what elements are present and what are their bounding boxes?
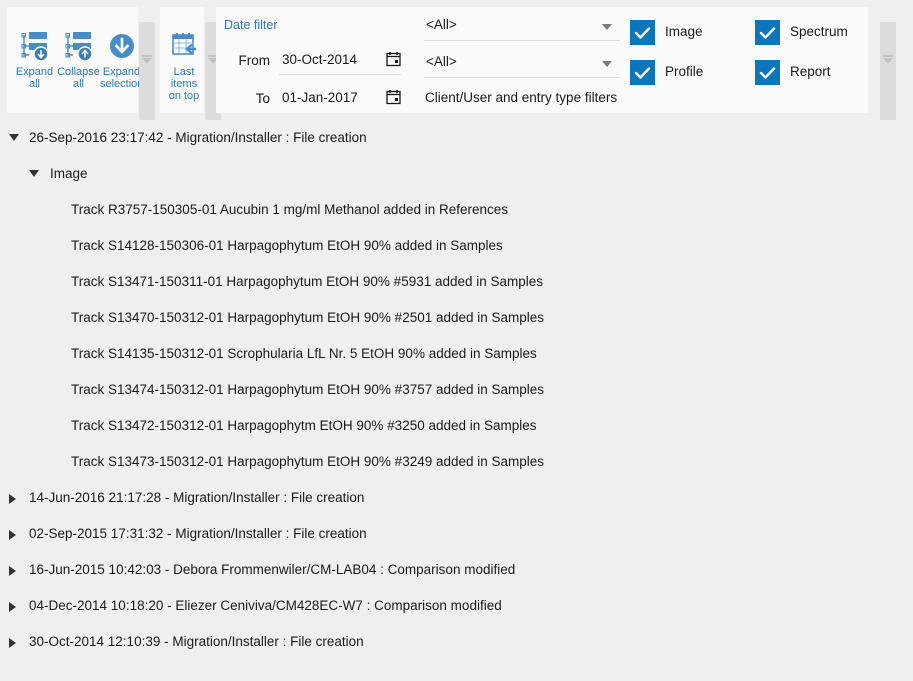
tree-commands-group: Expand all Collapse all [7,7,138,113]
calendar-icon[interactable] [386,89,401,110]
chevron-down-icon [142,58,152,64]
collapse-all-label: Collapse all [57,66,100,90]
tree-node[interactable]: Track S13472-150312-01 Harpagophytm EtOH… [0,408,913,444]
tree-node[interactable]: Track S13473-150312-01 Harpagophytum EtO… [0,444,913,480]
tree-node[interactable]: Image [0,156,913,192]
date-to-value: 01-Jan-2017 [282,90,358,105]
expand-triangle-icon[interactable] [9,602,16,612]
tree-node-label: 14-Jun-2016 21:17:28 - Migration/Install… [0,480,913,516]
tree-node[interactable]: Track S13471-150311-01 Harpagophytum EtO… [0,264,913,300]
date-to-row: To 01-Jan-2017 [224,88,404,114]
tree-node[interactable]: 26-Sep-2016 23:17:42 - Migration/Install… [0,120,913,156]
chevron-down-icon [602,61,612,67]
tree-node[interactable]: 04-Dec-2014 10:18:20 - Eliezer Ceniviva/… [0,588,913,624]
tree-node[interactable]: 02-Sep-2015 17:31:32 - Migration/Install… [0,516,913,552]
collapse-all-button[interactable]: Collapse all [57,29,100,90]
filter-toolbar: Expand all Collapse all [0,0,913,120]
collapse-triangle-icon[interactable] [29,170,39,177]
date-to-field[interactable]: 01-Jan-2017 [279,88,401,112]
calendar-sort-icon [164,29,204,63]
tree-node-label: Track S14128-150306-01 Harpagophytum EtO… [0,228,913,264]
last-items-on-top-label: Last items on top [164,66,204,102]
date-from-row: From 30-Oct-2014 [224,50,404,76]
checkmark-icon [630,60,655,85]
filters-caption: Client/User and entry type filters [425,90,617,105]
tree-node-label: 26-Sep-2016 23:17:42 - Migration/Install… [0,120,913,156]
expand-selection-label: Expand selection [100,66,143,90]
tree-node-label: Track S13471-150311-01 Harpagophytum EtO… [0,264,913,300]
collapse-triangle-icon[interactable] [9,134,19,141]
tree-node-label: 30-Oct-2014 12:10:39 - Migration/Install… [0,624,913,660]
last-items-on-top-button[interactable]: Last items on top [164,29,204,102]
expand-triangle-icon[interactable] [9,566,16,576]
user-filter-value: <All> [426,54,457,69]
tree-node-label: 16-Jun-2015 10:42:03 - Debora Frommenwil… [0,552,913,588]
expand-selection-button[interactable]: Expand selection [100,29,143,90]
tree-node-label: Track S13473-150312-01 Harpagophytum EtO… [0,444,913,480]
expand-triangle-icon[interactable] [9,494,16,504]
collapse-all-icon [57,29,100,63]
checkmark-icon [755,20,780,45]
tree-node-label: 02-Sep-2015 17:31:32 - Migration/Install… [0,516,913,552]
tree-node[interactable]: 16-Jun-2015 10:42:03 - Debora Frommenwil… [0,552,913,588]
tree-node[interactable]: Track S14128-150306-01 Harpagophytum EtO… [0,228,913,264]
tree-node[interactable]: 14-Jun-2016 21:17:28 - Migration/Install… [0,480,913,516]
tree-node[interactable]: Track R3757-150305-01 Aucubin 1 mg/ml Me… [0,192,913,228]
client-filter-value: <All> [426,17,457,32]
checkmark-icon [755,60,780,85]
tree-node-label: Image [0,156,913,192]
expand-selection-icon [100,29,143,63]
checkbox-profile-label: Profile [665,64,703,79]
expand-all-icon [13,29,56,63]
checkbox-spectrum-label: Spectrum [790,24,848,39]
sort-group: Last items on top [160,7,204,113]
tree-node[interactable]: Track S14135-150312-01 Scrophularia LfL … [0,336,913,372]
tree-node-label: Track R3757-150305-01 Aucubin 1 mg/ml Me… [0,192,913,228]
checkmark-icon [630,20,655,45]
tree-node[interactable]: 30-Oct-2014 12:10:39 - Migration/Install… [0,624,913,660]
chevron-down-icon [883,58,893,64]
tree-node[interactable]: Track S13470-150312-01 Harpagophytum EtO… [0,300,913,336]
tree-node-label: 04-Dec-2014 10:18:20 - Eliezer Ceniviva/… [0,588,913,624]
expand-triangle-icon[interactable] [9,638,16,648]
calendar-icon[interactable] [386,51,401,72]
tree-node-label: Track S13472-150312-01 Harpagophytm EtOH… [0,408,913,444]
expand-triangle-icon[interactable] [9,530,16,540]
client-filter-dropdown[interactable]: <All> [424,14,620,41]
date-filter-title: Date filter [224,18,278,32]
toolbar-splitter-3[interactable] [880,22,896,120]
chevron-down-icon [602,24,612,30]
audit-trail-tree: 26-Sep-2016 23:17:42 - Migration/Install… [0,120,913,681]
toolbar-splitter-1[interactable] [139,22,155,120]
expand-all-label: Expand all [13,66,56,90]
user-filter-dropdown[interactable]: <All> [424,51,620,78]
date-from-field[interactable]: 30-Oct-2014 [279,50,401,75]
tree-node-label: Track S13470-150312-01 Harpagophytum EtO… [0,300,913,336]
date-from-label: From [224,53,270,68]
tree-node-label: Track S14135-150312-01 Scrophularia LfL … [0,336,913,372]
tree-node[interactable]: Track S13474-150312-01 Harpagophytum EtO… [0,372,913,408]
checkbox-report-label: Report [790,64,831,79]
expand-all-button[interactable]: Expand all [13,29,56,90]
date-from-value: 30-Oct-2014 [282,52,357,67]
date-to-label: To [224,91,270,106]
checkbox-image-label: Image [665,24,703,39]
tree-node-label: Track S13474-150312-01 Harpagophytum EtO… [0,372,913,408]
